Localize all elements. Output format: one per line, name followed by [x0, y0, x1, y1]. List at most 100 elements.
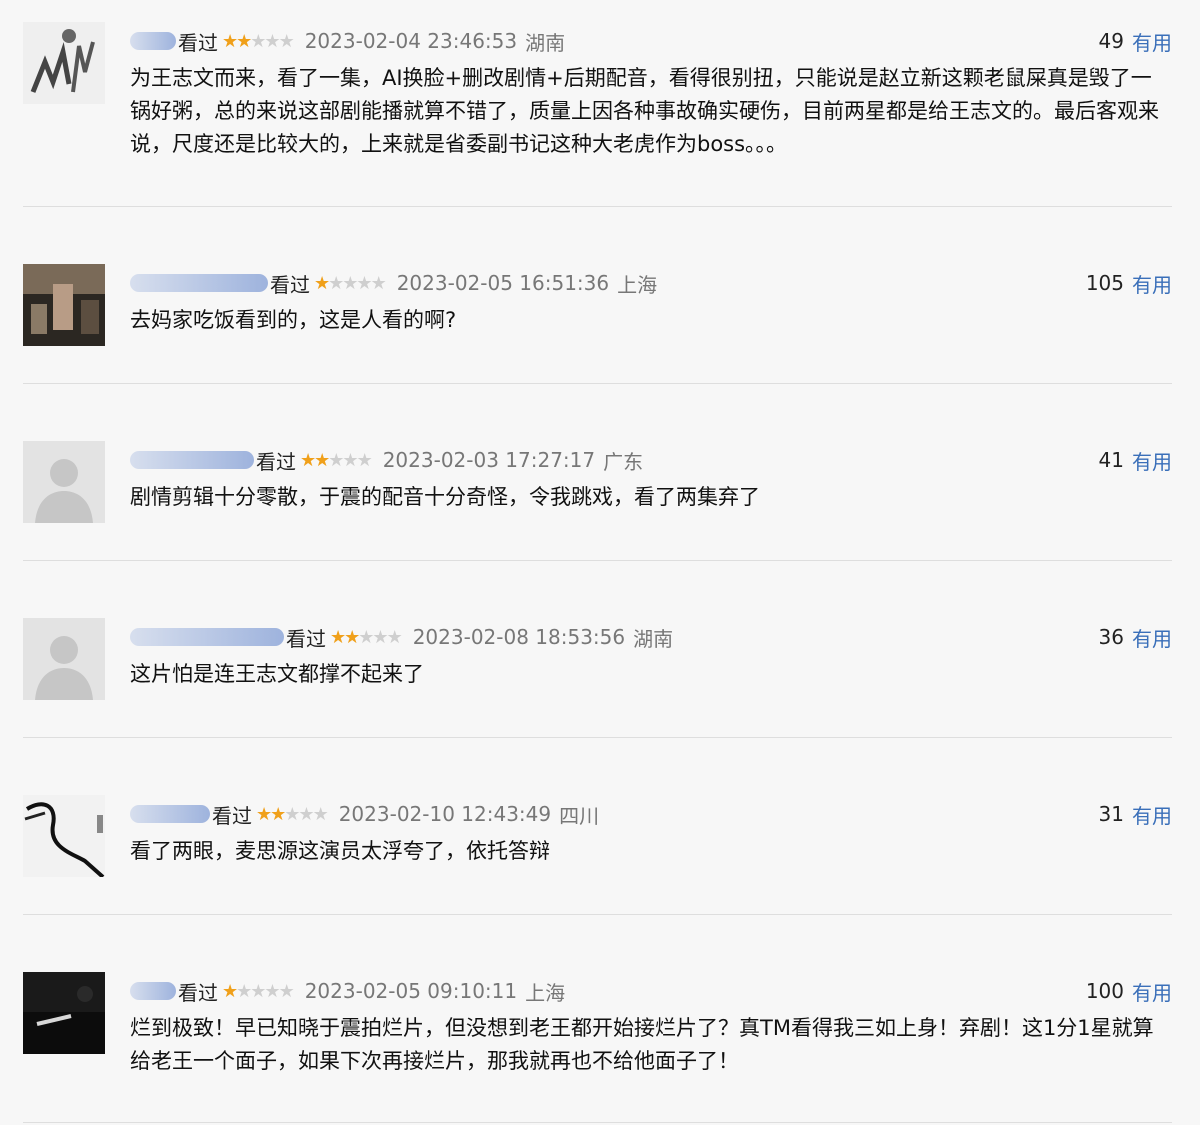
- star-empty-icon: ★: [372, 626, 388, 648]
- star-filled-icon: ★: [236, 30, 252, 52]
- comment-meta: 看过 ★★★★★ 2023-02-03 17:27:17 广东: [130, 445, 1172, 475]
- star-filled-icon: ★: [314, 272, 330, 294]
- rating-stars: ★★★★★: [314, 272, 387, 294]
- comment-time: 2023-02-05 09:10:11: [304, 979, 518, 1003]
- divider: [23, 206, 1172, 207]
- star-filled-icon: ★: [314, 449, 330, 471]
- username-blurred[interactable]: [130, 982, 176, 1000]
- avatar[interactable]: [23, 972, 105, 1054]
- star-empty-icon: ★: [356, 449, 373, 471]
- useful-button[interactable]: 有用: [1132, 446, 1172, 475]
- comment-text: 去妈家吃饭看到的，这是人看的啊?: [130, 308, 457, 332]
- star-empty-icon: ★: [328, 449, 344, 471]
- avatar[interactable]: [23, 441, 105, 523]
- comment-location: 广东: [603, 449, 644, 474]
- vote-count: 105: [1085, 271, 1124, 295]
- star-empty-icon: ★: [278, 980, 295, 1002]
- vote-count: 49: [1098, 29, 1124, 53]
- useful-button[interactable]: 有用: [1132, 800, 1172, 829]
- star-filled-icon: ★: [300, 449, 316, 471]
- username-blurred[interactable]: [130, 805, 210, 823]
- star-empty-icon: ★: [370, 272, 387, 294]
- vote-count: 36: [1098, 625, 1124, 649]
- divider: [23, 560, 1172, 561]
- star-filled-icon: ★: [222, 980, 238, 1002]
- comment-time: 2023-02-10 12:43:49: [338, 802, 552, 826]
- star-filled-icon: ★: [222, 30, 238, 52]
- star-empty-icon: ★: [342, 449, 358, 471]
- star-empty-icon: ★: [264, 980, 280, 1002]
- avatar[interactable]: [23, 618, 105, 700]
- star-filled-icon: ★: [330, 626, 346, 648]
- star-filled-icon: ★: [344, 626, 360, 648]
- username-blurred[interactable]: [130, 274, 268, 292]
- watch-status: 看过: [286, 626, 326, 651]
- watch-status: 看过: [256, 449, 296, 474]
- watch-status: 看过: [212, 803, 252, 828]
- comment-meta: 看过 ★★★★★ 2023-02-05 16:51:36 上海: [130, 268, 1172, 298]
- comment-text: 看了两眼，麦思源这演员太浮夸了，依托答辩: [130, 839, 550, 863]
- rating-stars: ★★★★★: [330, 626, 403, 648]
- comment-text: 剧情剪辑十分零散，于震的配音十分奇怪，令我跳戏，看了两集弃了: [130, 485, 760, 509]
- star-empty-icon: ★: [250, 30, 266, 52]
- vote-area: 41 有用: [1099, 445, 1172, 475]
- rating-stars: ★★★★★: [222, 30, 295, 52]
- watch-status: 看过: [178, 30, 218, 55]
- comment-location: 上海: [525, 980, 566, 1005]
- star-filled-icon: ★: [256, 803, 272, 825]
- divider: [23, 737, 1172, 738]
- star-empty-icon: ★: [358, 626, 374, 648]
- useful-button[interactable]: 有用: [1132, 623, 1172, 652]
- star-empty-icon: ★: [342, 272, 358, 294]
- rating-stars: ★★★★★: [300, 449, 373, 471]
- comment-location: 湖南: [525, 30, 566, 55]
- comment-meta: 看过 ★★★★★ 2023-02-04 23:46:53 湖南: [130, 26, 1172, 56]
- star-empty-icon: ★: [298, 803, 314, 825]
- watch-status: 看过: [178, 980, 218, 1005]
- watch-status: 看过: [270, 272, 310, 297]
- vote-area: 31 有用: [1099, 799, 1172, 829]
- divider: [23, 914, 1172, 915]
- comment-meta: 看过 ★★★★★ 2023-02-10 12:43:49 四川: [130, 799, 1172, 829]
- divider: [23, 383, 1172, 384]
- username-blurred[interactable]: [130, 451, 254, 469]
- star-empty-icon: ★: [356, 272, 372, 294]
- star-empty-icon: ★: [284, 803, 300, 825]
- star-filled-icon: ★: [270, 803, 286, 825]
- vote-area: 100 有用: [1086, 976, 1172, 1006]
- useful-button[interactable]: 有用: [1132, 269, 1172, 298]
- comment-time: 2023-02-05 16:51:36: [396, 271, 610, 295]
- star-empty-icon: ★: [236, 980, 252, 1002]
- comment-location: 湖南: [633, 626, 674, 651]
- username-blurred[interactable]: [130, 628, 284, 646]
- comment-meta: 看过 ★★★★★ 2023-02-05 09:10:11 上海: [130, 976, 1172, 1006]
- rating-stars: ★★★★★: [256, 803, 329, 825]
- comment-text: 烂到极致！早已知晓于震拍烂片，但没想到老王都开始接烂片了？真TM看得我三如上身！…: [130, 1016, 1154, 1073]
- divider: [23, 1122, 1172, 1123]
- vote-count: 41: [1098, 448, 1124, 472]
- star-empty-icon: ★: [312, 803, 329, 825]
- vote-count: 100: [1085, 979, 1124, 1003]
- vote-area: 36 有用: [1099, 622, 1172, 652]
- avatar[interactable]: [23, 264, 105, 346]
- comment-text: 为王志文而来，看了一集，AI换脸+删改剧情+后期配音，看得很别扭，只能说是赵立新…: [130, 66, 1159, 156]
- star-empty-icon: ★: [328, 272, 344, 294]
- comment-location: 上海: [617, 272, 658, 297]
- username-blurred[interactable]: [130, 32, 176, 50]
- comment-time: 2023-02-04 23:46:53: [304, 29, 518, 53]
- comment-time: 2023-02-03 17:27:17: [382, 448, 596, 472]
- comment-text: 这片怕是连王志文都撑不起来了: [130, 662, 424, 686]
- vote-count: 31: [1098, 802, 1124, 826]
- star-empty-icon: ★: [278, 30, 295, 52]
- useful-button[interactable]: 有用: [1132, 977, 1172, 1006]
- vote-area: 105 有用: [1086, 268, 1172, 298]
- comment-meta: 看过 ★★★★★ 2023-02-08 18:53:56 湖南: [130, 622, 1172, 652]
- avatar[interactable]: [23, 795, 105, 877]
- vote-area: 49 有用: [1099, 26, 1172, 56]
- avatar[interactable]: [23, 22, 105, 104]
- comment-list: 看过 ★★★★★ 2023-02-04 23:46:53 湖南 49 有用 为王…: [0, 0, 1200, 1125]
- comment-time: 2023-02-08 18:53:56: [412, 625, 626, 649]
- comment-location: 四川: [559, 803, 600, 828]
- useful-button[interactable]: 有用: [1132, 27, 1172, 56]
- rating-stars: ★★★★★: [222, 980, 295, 1002]
